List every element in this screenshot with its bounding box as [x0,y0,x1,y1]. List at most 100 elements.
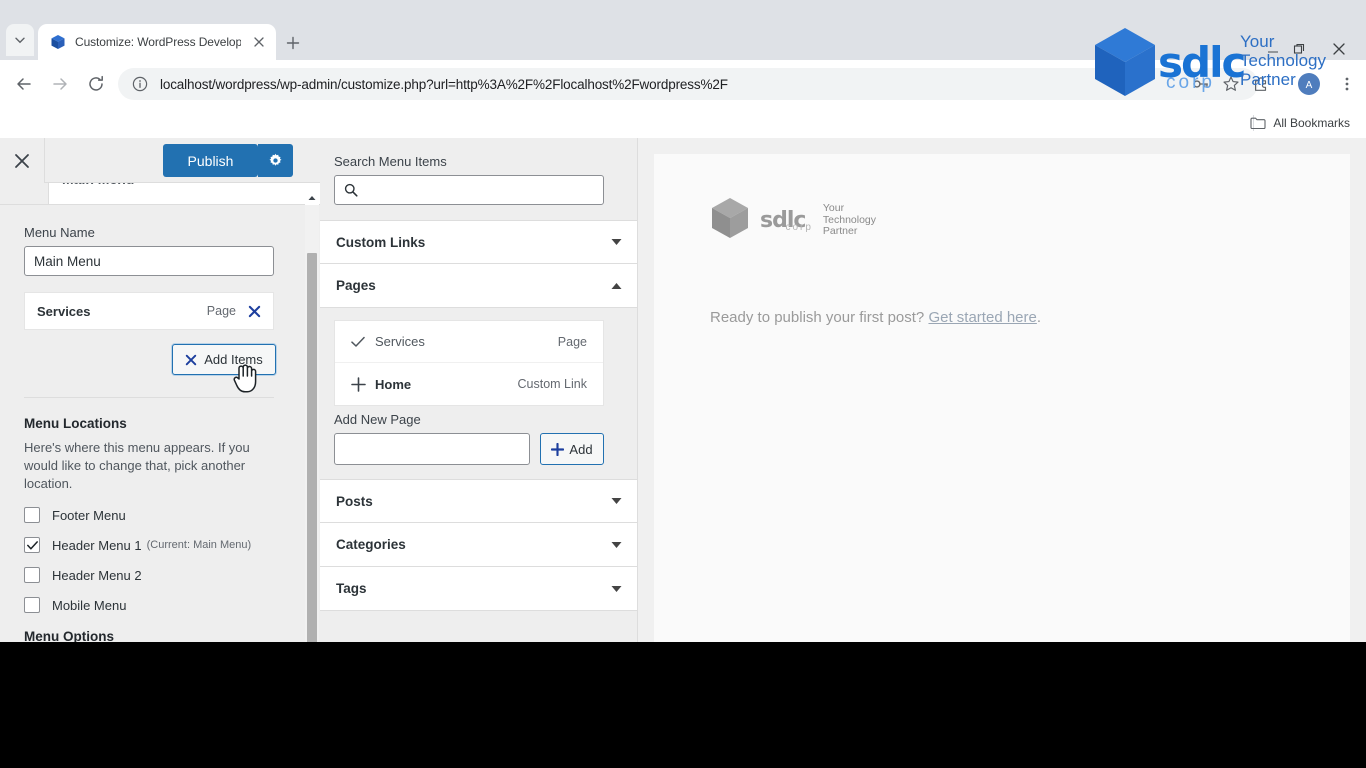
gear-icon [269,153,282,166]
window-restore-button[interactable] [1286,36,1312,62]
menu-name-label: Menu Name [24,225,95,240]
available-item-services[interactable]: Services Page [335,321,603,363]
menu-items-search-section: Search Menu Items [334,154,618,205]
available-item-type: Page [557,334,587,349]
tab-title: Customize: WordPress Develop [75,35,242,49]
window-close-icon [1333,43,1345,55]
search-icon [344,183,358,197]
profile-avatar[interactable]: A [1296,71,1322,97]
address-bar-url: localhost/wordpress/wp-admin/customize.p… [160,76,728,92]
profile-avatar-icon: A [1298,73,1320,95]
caret-down-icon [611,541,622,548]
location-checkbox-footer-menu[interactable]: Footer Menu [24,507,281,523]
get-started-link[interactable]: Get started here [928,309,1036,326]
accordion-tags[interactable]: Tags [320,567,637,611]
divider [24,397,274,398]
window-close-button[interactable] [1326,36,1352,62]
minimize-icon [1268,51,1278,53]
accordion-custom-links[interactable]: Custom Links [320,220,637,264]
add-new-page-input[interactable] [334,433,530,465]
location-checkbox-header-menu-2[interactable]: Header Menu 2 [24,567,281,583]
add-items-button[interactable]: Add Items [172,344,276,375]
tab-close-button[interactable] [250,33,268,51]
accordion-categories[interactable]: Categories [320,523,637,567]
accordion-categories-label: Categories [336,537,406,552]
password-key-button[interactable] [1188,71,1214,97]
browser-menu-button[interactable] [1334,71,1360,97]
close-icon [248,305,261,317]
tab-search-chevron-button[interactable] [6,24,34,56]
accordion-posts[interactable]: Posts [320,479,637,523]
all-bookmarks-label: All Bookmarks [1273,116,1350,130]
screen-bottom-letterbox [0,642,1366,768]
bookmarks-bar: All Bookmarks [0,108,1366,138]
publish-button[interactable]: Publish [163,144,258,177]
forward-button[interactable] [46,70,74,98]
accordion-custom-links-label: Custom Links [336,234,426,250]
add-new-page-row: Add [334,433,624,465]
window-minimize-button[interactable] [1260,36,1286,62]
restore-window-icon [1293,43,1305,54]
three-dot-menu-icon [1345,77,1349,91]
address-bar[interactable]: localhost/wordpress/wp-admin/customize.p… [118,68,1258,100]
menu-locations-title: Menu Locations [24,416,127,431]
forward-arrow-icon [53,78,67,90]
plus-icon [551,442,565,456]
checkbox-box [24,597,40,613]
browser-tab[interactable]: Customize: WordPress Develop [38,24,276,60]
cube-icon [710,196,750,245]
info-circle-icon[interactable] [132,76,148,92]
preview-body-text-before: Ready to publish your first post? [710,309,929,326]
search-menu-items-input[interactable] [366,182,594,198]
scrollbar-up-button[interactable] [305,191,319,205]
browser-toolbar: localhost/wordpress/wp-admin/customize.p… [0,60,1366,108]
menu-item-services[interactable]: Services Page [24,292,274,330]
available-item-name: Home [375,376,412,392]
location-label: Header Menu 1 [52,537,142,553]
available-item-home[interactable]: Home Custom Link [335,363,603,405]
search-menu-items-box[interactable] [334,175,604,205]
available-items-accordion: Custom Links Pages Services Page Home Cu… [320,220,637,611]
caret-down-icon [611,585,622,592]
caret-up-icon [308,196,316,200]
scrollbar-thumb[interactable] [307,253,317,663]
new-tab-button[interactable] [280,30,306,56]
bookmark-star-button[interactable] [1218,71,1244,97]
checkbox-box [24,537,40,553]
extensions-button[interactable] [1248,71,1274,97]
add-new-page-button[interactable]: Add [540,433,604,465]
browser-chrome: Customize: WordPress Develop localhost/w… [0,0,1366,138]
accordion-pages-label: Pages [336,278,376,293]
preview-tagline-line-2: Technology [822,213,877,226]
close-customizer-button[interactable] [0,138,45,183]
location-label: Header Menu 2 [52,567,142,583]
reload-button[interactable] [82,70,110,98]
publish-settings-gear-button[interactable] [258,144,293,177]
checkbox-box [24,507,40,523]
extensions-icon [1255,77,1267,91]
location-checkbox-mobile-menu[interactable]: Mobile Menu [24,597,281,613]
check-icon [26,540,38,550]
svg-text:A: A [1306,80,1313,91]
add-items-button-label: Add Items [204,352,263,367]
location-checkbox-header-menu-1[interactable]: Header Menu 1 (Current: Main Menu) [24,537,281,553]
star-icon [1223,76,1239,91]
preview-site-logo[interactable]: sdlc corp Your Technology Partner [710,196,876,245]
customizer-header: Publish [0,138,320,183]
back-button[interactable] [10,70,38,98]
preview-body-text: Ready to publish your first post? Get st… [710,309,1041,326]
pages-section-body: Services Page Home Custom Link Add New P… [320,308,637,479]
accordion-pages[interactable]: Pages [320,264,637,308]
menu-item-type: Page [206,304,236,318]
pages-available-list: Services Page Home Custom Link [334,320,604,406]
accordion-posts-label: Posts [336,493,373,509]
all-bookmarks-button[interactable]: All Bookmarks [1250,114,1350,132]
accordion-tags-label: Tags [336,581,367,596]
chevron-down-icon [15,37,25,44]
menu-name-input[interactable] [24,246,274,276]
preview-tagline-line-3: Partner [822,225,858,238]
checkbox-box [24,567,40,583]
menu-item-remove-button[interactable] [248,305,261,318]
back-arrow-icon [17,78,31,90]
plus-icon [286,36,300,50]
